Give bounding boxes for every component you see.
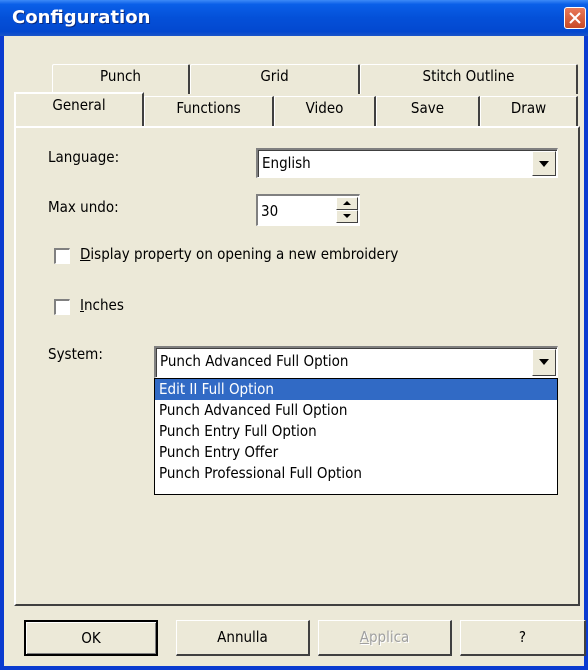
apply-button-label: Applica xyxy=(359,628,410,646)
max-undo-value: 30 xyxy=(261,202,279,220)
close-button[interactable] xyxy=(564,7,586,29)
display-property-checkbox[interactable] xyxy=(54,248,70,264)
language-value: English xyxy=(262,154,311,172)
display-property-label[interactable]: Display property on opening a new embroi… xyxy=(80,245,398,263)
tab-save-label: Save xyxy=(410,99,445,117)
apply-button[interactable]: Applica xyxy=(318,620,452,656)
tab-general[interactable]: General xyxy=(14,92,144,126)
cancel-button[interactable]: Annulla xyxy=(176,620,310,656)
system-dropdown-list[interactable]: Edit II Full Option Punch Advanced Full … xyxy=(154,378,558,495)
language-dropdown-button[interactable] xyxy=(532,151,556,176)
help-button-label: ? xyxy=(518,628,527,646)
system-dropdown-button[interactable] xyxy=(532,349,556,376)
tab-punch-label: Punch xyxy=(100,67,141,85)
cancel-button-label: Annulla xyxy=(217,628,268,646)
window-title: Configuration xyxy=(12,7,151,28)
inches-label[interactable]: Inches xyxy=(80,296,124,314)
tab-stitch-outline[interactable]: Stitch Outline xyxy=(360,64,578,94)
tab-draw-label: Draw xyxy=(510,99,547,117)
tab-general-label: General xyxy=(52,96,106,114)
tab-draw[interactable]: Draw xyxy=(480,96,578,126)
chevron-down-icon xyxy=(539,161,549,167)
tab-video-label: Video xyxy=(305,99,344,117)
help-button[interactable]: ? xyxy=(460,620,586,656)
system-label: System: xyxy=(48,345,103,363)
tab-functions[interactable]: Functions xyxy=(144,96,274,126)
close-icon xyxy=(569,12,581,24)
tab-video[interactable]: Video xyxy=(274,96,376,126)
title-bar[interactable]: Configuration xyxy=(0,0,588,36)
max-undo-stepper[interactable]: 30 xyxy=(256,194,360,226)
system-value: Punch Advanced Full Option xyxy=(160,352,349,370)
tab-punch[interactable]: Punch xyxy=(52,64,190,94)
configuration-dialog: Configuration Punch Grid Stitch Outline … xyxy=(0,0,588,670)
system-select[interactable]: Punch Advanced Full Option xyxy=(154,346,558,378)
tab-save[interactable]: Save xyxy=(376,96,480,126)
ok-button[interactable]: OK xyxy=(24,620,158,656)
ok-button-label: OK xyxy=(81,629,101,647)
tab-grid-label: Grid xyxy=(260,67,289,85)
list-item[interactable]: Punch Entry Offer xyxy=(155,442,557,463)
max-undo-label: Max undo: xyxy=(48,198,119,216)
tab-grid[interactable]: Grid xyxy=(190,64,360,94)
list-item[interactable]: Edit II Full Option xyxy=(155,379,557,400)
chevron-down-icon xyxy=(539,359,549,365)
tab-functions-label: Functions xyxy=(176,99,241,117)
list-item[interactable]: Punch Professional Full Option xyxy=(155,463,557,484)
max-undo-decrement-button[interactable] xyxy=(336,210,358,223)
inches-checkbox[interactable] xyxy=(54,299,70,315)
list-item[interactable]: Punch Entry Full Option xyxy=(155,421,557,442)
max-undo-increment-button[interactable] xyxy=(336,197,358,210)
arrow-down-icon xyxy=(343,214,351,218)
tab-stitch-outline-label: Stitch Outline xyxy=(422,67,515,85)
language-label: Language: xyxy=(48,148,120,166)
arrow-up-icon xyxy=(343,201,351,205)
language-select[interactable]: English xyxy=(256,148,558,178)
list-item[interactable]: Punch Advanced Full Option xyxy=(155,400,557,421)
